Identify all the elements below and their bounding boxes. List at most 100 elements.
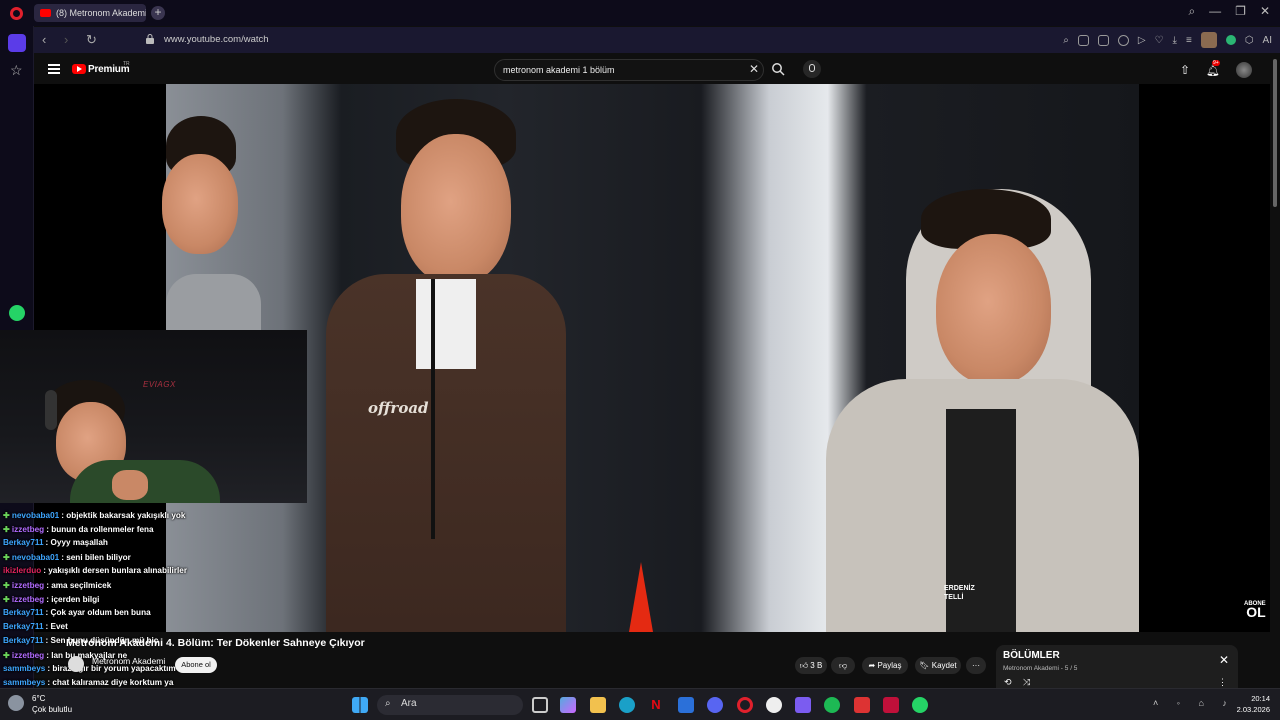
opera-icon[interactable] [737,697,753,713]
voice-search-button[interactable] [803,60,821,78]
chat-text: : Çok ayar oldum ben buna [45,608,151,617]
channel-avatar[interactable] [68,656,84,672]
share-button[interactable]: ➦ Paylaş [862,657,908,674]
video-title: Metronom Akademi 4. Bölüm: Ter Dökenler … [66,637,365,649]
chat-username[interactable]: ikizlerduo [3,566,41,575]
subscribe-button[interactable]: Abone ol [175,657,217,673]
spotify-icon[interactable] [824,697,840,713]
chat-username[interactable]: nevobaba01 [12,553,59,562]
clear-search-icon[interactable]: ✕ [749,62,759,76]
taskbar-search[interactable]: ⌕ Ara [377,695,523,715]
search-icon: ⌕ [385,698,391,709]
chat-username[interactable]: izzetbeg [12,581,44,590]
chat-username[interactable]: Berkay711 [3,636,44,645]
apps-grid-icon[interactable] [795,697,811,713]
close-chapters-icon[interactable]: ✕ [1219,653,1229,667]
upload-icon[interactable]: ⇧ [1180,63,1190,77]
download-icon[interactable]: ⤓ [1173,35,1177,46]
dislike-button[interactable]: 👎︎ [831,657,855,674]
hamburger-menu-icon[interactable] [48,64,60,74]
minimize-button[interactable]: — [1209,4,1221,19]
browser-tab[interactable]: (8) Metronom Akademi | [34,4,146,22]
edge-icon[interactable] [619,697,635,713]
chat-text: : chat kalıramaz diye korktum ya [47,678,174,687]
find-icon[interactable]: ⌕ [1063,35,1069,46]
maximize-button[interactable]: ❐ [1235,4,1246,19]
tab-title: (8) Metronom Akademi | [56,8,146,18]
like-button[interactable]: 👍︎ 3 B [795,657,827,674]
reload-button[interactable]: ↻ [86,32,97,48]
avatar[interactable] [1236,62,1252,78]
file-explorer-icon[interactable] [590,697,606,713]
discord-icon[interactable] [707,697,723,713]
home-icon[interactable] [8,34,26,52]
chat-message: ✚ izzetbeg: içerden bilgi [3,594,99,604]
page-scrollbar[interactable] [1270,55,1280,688]
play-icon[interactable]: ▷ [1138,35,1146,46]
back-button[interactable]: ‹ [42,32,46,47]
heart-icon[interactable]: ♡ [1155,35,1164,46]
chat-username[interactable]: Berkay711 [3,622,44,631]
chat-message: ✚ nevobaba01: objektik bakarsak yakışıklı… [3,510,185,520]
address-bar-row: ‹ › ↻ www.youtube.com/watch ⌕ ▷ ♡ ⤓ ≡ ⬡ … [34,27,1280,53]
chat-username[interactable]: sammbeys [3,664,45,673]
star-icon[interactable]: ☆ [10,62,23,79]
scrollbar-thumb[interactable] [1273,59,1277,207]
chat-username[interactable]: nevobaba01 [12,511,59,520]
netflix-icon[interactable]: N [648,697,664,713]
url-field[interactable]: www.youtube.com/watch [164,34,269,45]
chat-message: Berkay711: Evet [3,622,68,631]
chat-badge-icon: ✚ [3,651,10,660]
chapters-menu-icon[interactable]: ⋮ [1218,677,1227,688]
shield-icon[interactable] [1117,34,1129,46]
loop-icon[interactable]: ⟲ [1004,677,1012,688]
weather-text[interactable]: 6°C Çok bulutlu [32,693,72,715]
clock[interactable]: 20:14 2.03.2026 [1237,693,1270,715]
whatsapp-sidebar-icon[interactable] [9,305,25,321]
menu-icon[interactable]: ≡ [1186,35,1192,46]
windows-start-icon[interactable] [352,697,368,713]
new-tab-button[interactable]: + [151,6,165,20]
chat-badge-icon: ✚ [3,581,10,590]
chat-username[interactable]: Berkay711 [3,608,44,617]
notifications-icon[interactable]: 🔔︎ 9+ [1206,59,1220,77]
weather-widget[interactable] [8,695,24,711]
whatsapp-icon[interactable] [912,697,928,713]
search-icon[interactable] [771,62,785,76]
subscribe-watermark[interactable]: ABONE OL [1244,600,1266,619]
ai-button[interactable]: AI [1263,35,1272,46]
mail-icon[interactable] [678,697,694,713]
profile-thumb-icon[interactable] [1200,32,1217,48]
camera-icon[interactable] [1097,34,1109,46]
chat-username[interactable]: sammbeys [3,678,45,687]
video-frame: offroad ERDENİZ TELLİ [162,84,1139,632]
channel-name[interactable]: Metronom Akademi [92,656,165,666]
windows-taskbar: 6°C Çok bulutlu ⌕ Ara N ˄ ◦ ⌂ ♪ 20:14 2.… [0,688,1280,720]
chat-text: : içerden bilgi [46,595,100,604]
close-window-button[interactable]: ✕ [1260,4,1270,19]
thumbs-down-icon: 👎︎ [838,661,848,670]
opera-logo-icon[interactable] [10,7,23,20]
cube-icon[interactable]: ⬡ [1245,35,1254,46]
shuffle-icon[interactable]: ⤨ [1023,677,1030,688]
forward-button[interactable]: › [64,32,68,47]
search-tabs-icon[interactable]: ⌕ [1188,4,1195,19]
copilot-icon[interactable] [560,697,576,713]
chat-username[interactable]: izzetbeg [12,651,44,660]
app-red-icon[interactable] [854,697,870,713]
app-crimson-icon[interactable] [883,697,899,713]
lock-icon [146,34,154,44]
more-actions-button[interactable]: ··· [966,657,986,674]
chat-username[interactable]: Berkay711 [3,538,44,547]
webcam-overlay: EVIAGX [0,330,307,503]
youtube-logo-icon[interactable] [72,64,86,74]
system-tray-icons[interactable]: ˄ ◦ ⌂ ♪ [1153,698,1235,708]
steam-icon[interactable] [766,697,782,713]
edit-icon[interactable] [1077,34,1089,46]
task-view-icon[interactable] [532,697,548,713]
search-input[interactable]: metronom akademi 1 bölüm [494,59,764,81]
save-button[interactable]: 🔖︎ Kaydet [915,657,961,674]
chat-username[interactable]: izzetbeg [12,525,44,534]
vpn-icon[interactable] [1225,35,1236,45]
chat-username[interactable]: izzetbeg [12,595,44,604]
